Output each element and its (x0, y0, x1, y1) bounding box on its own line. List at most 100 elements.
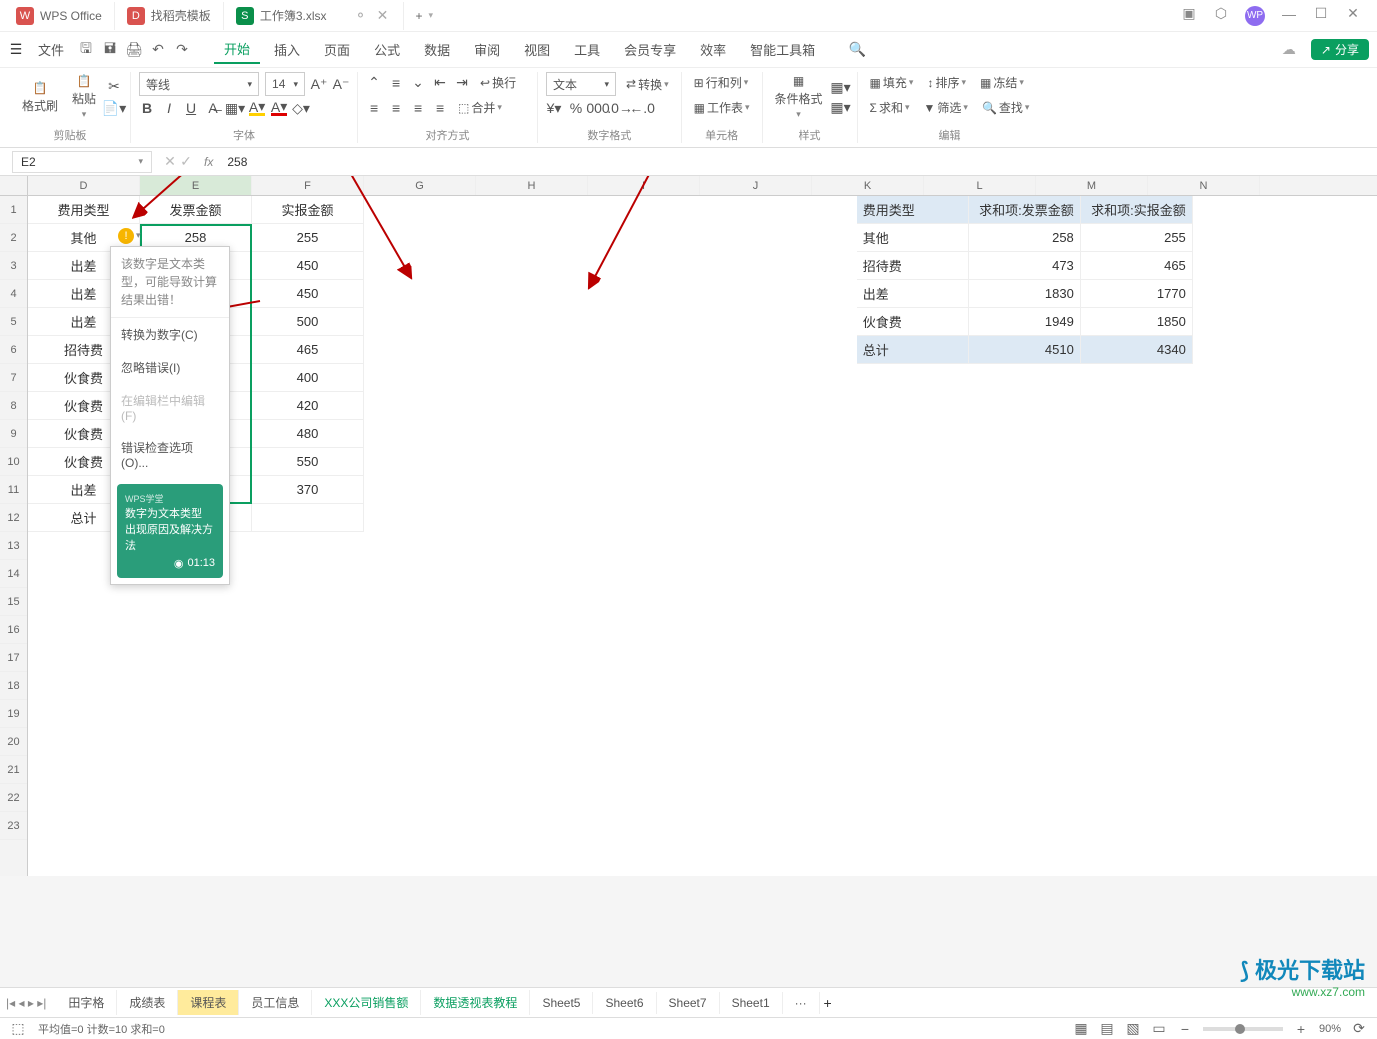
file-menu[interactable]: 文件 (28, 36, 74, 63)
cell[interactable]: 实报金额 (252, 196, 364, 224)
cloud-icon[interactable]: ☁ (1281, 42, 1297, 58)
tab-review[interactable]: 审阅 (464, 36, 510, 63)
bold-icon[interactable]: B (139, 100, 155, 116)
align-left-icon[interactable]: ≡ (366, 100, 382, 116)
colhdr-j[interactable]: J (700, 176, 812, 195)
cell[interactable]: 伙食费 (857, 308, 969, 336)
cell[interactable]: 255 (1081, 224, 1193, 252)
cut-icon[interactable]: ✂ (106, 78, 122, 94)
rowhdr[interactable]: 8 (0, 392, 27, 420)
sheet-tab[interactable]: Sheet6 (593, 992, 656, 1014)
minimize-icon[interactable]: — (1281, 6, 1297, 22)
rowhdr[interactable]: 14 (0, 560, 27, 588)
border-icon[interactable]: ▦▾ (227, 100, 243, 116)
cell[interactable]: 4340 (1081, 336, 1193, 364)
tab-menu-icon[interactable]: ⚬ (353, 8, 369, 24)
cell[interactable]: 465 (252, 336, 364, 364)
zoom-out-icon[interactable]: − (1177, 1021, 1193, 1037)
dec-dec-icon[interactable]: ←.0 (634, 100, 650, 116)
print-icon[interactable]: 🖨 (126, 42, 142, 58)
saveas-icon[interactable]: 🖬 (102, 42, 118, 58)
colhdr-d[interactable]: D (28, 176, 140, 195)
cell[interactable]: 出差 (857, 280, 969, 308)
rowhdr[interactable]: 2 (0, 224, 27, 252)
sheet-tab[interactable]: 田字格 (56, 990, 117, 1015)
rowhdr[interactable]: 18 (0, 672, 27, 700)
cell[interactable]: 420 (252, 392, 364, 420)
cell[interactable]: 求和项:发票金额 (969, 196, 1081, 224)
indent-dec-icon[interactable]: ⇤ (432, 75, 448, 91)
number-format-select[interactable]: 文本▾ (546, 72, 616, 96)
new-tab[interactable]: + ▾ (404, 2, 446, 30)
zoom-level[interactable]: 90% (1319, 1023, 1341, 1035)
align-justify-icon[interactable]: ≡ (432, 100, 448, 116)
cell[interactable]: 1850 (1081, 308, 1193, 336)
colhdr-g[interactable]: G (364, 176, 476, 195)
rowhdr[interactable]: 23 (0, 812, 27, 840)
rowhdr[interactable]: 3 (0, 252, 27, 280)
cancel-fx-icon[interactable]: ✕ (162, 154, 178, 170)
close-tab-icon[interactable]: ✕ (375, 8, 391, 24)
wrap-button[interactable]: ↩换行 (476, 72, 520, 93)
popup-ignore-error[interactable]: 忽略错误(I) (111, 351, 229, 384)
view-break-icon[interactable]: ▧ (1125, 1021, 1141, 1037)
tab-page[interactable]: 页面 (314, 36, 360, 63)
rowhdr[interactable]: 13 (0, 532, 27, 560)
cell[interactable] (252, 504, 364, 532)
align-bot-icon[interactable]: ⌄ (410, 75, 426, 91)
redo-icon[interactable]: ↷ (174, 42, 190, 58)
font-name-select[interactable]: 等线▾ (139, 72, 259, 96)
rowhdr[interactable]: 7 (0, 364, 27, 392)
freeze-button[interactable]: ▦冻结▾ (976, 72, 1028, 93)
cell[interactable]: 费用类型 (857, 196, 969, 224)
fill-button[interactable]: ▦填充▾ (866, 72, 918, 93)
rowhdr[interactable]: 4 (0, 280, 27, 308)
popup-error-options[interactable]: 错误检查选项(O)... (111, 431, 229, 478)
cell[interactable]: 500 (252, 308, 364, 336)
cell[interactable]: 465 (1081, 252, 1193, 280)
paste-button[interactable]: 📋粘贴▾ (68, 72, 100, 122)
dec-inc-icon[interactable]: .0→ (612, 100, 628, 116)
italic-icon[interactable]: I (161, 100, 177, 116)
cell[interactable]: 费用类型 (28, 196, 140, 224)
cell[interactable]: 其他 (857, 224, 969, 252)
colhdr-e[interactable]: E (140, 176, 252, 195)
copy-icon[interactable]: 📄▾ (106, 100, 122, 116)
colhdr-n[interactable]: N (1148, 176, 1260, 195)
rowhdr[interactable]: 6 (0, 336, 27, 364)
undo-icon[interactable]: ↶ (150, 42, 166, 58)
colhdr-f[interactable]: F (252, 176, 364, 195)
sum-button[interactable]: Σ求和▾ (866, 97, 914, 118)
layout-icon[interactable]: ▣ (1181, 6, 1197, 22)
rowhdr[interactable]: 16 (0, 616, 27, 644)
cell[interactable]: 4510 (969, 336, 1081, 364)
zoom-reset-icon[interactable]: ⟳ (1351, 1021, 1367, 1037)
cell[interactable]: 473 (969, 252, 1081, 280)
app-tab[interactable]: W WPS Office (4, 2, 115, 30)
cell[interactable]: 总计 (857, 336, 969, 364)
add-sheet-icon[interactable]: + (820, 995, 836, 1011)
template-tab[interactable]: D 找稻壳模板 (115, 2, 224, 30)
cell[interactable]: 370 (252, 476, 364, 504)
align-top-icon[interactable]: ⌃ (366, 75, 382, 91)
rowhdr[interactable]: 12 (0, 504, 27, 532)
currency-icon[interactable]: ¥▾ (546, 100, 562, 116)
sheet-tab-more[interactable]: ··· (783, 992, 820, 1014)
view-page-icon[interactable]: ▤ (1099, 1021, 1115, 1037)
error-indicator-icon[interactable]: ! (118, 228, 134, 244)
name-box[interactable]: E2▾ (12, 151, 152, 173)
rowhdr[interactable]: 22 (0, 784, 27, 812)
find-button[interactable]: 🔍查找▾ (978, 97, 1034, 118)
formula-input[interactable]: 258 (223, 155, 1377, 169)
cell-style-icon[interactable]: ▦▾ (833, 79, 849, 95)
cell[interactable]: 1770 (1081, 280, 1193, 308)
tab-tools[interactable]: 工具 (564, 36, 610, 63)
sheet-tab[interactable]: 数据透视表教程 (421, 990, 530, 1015)
tab-smart[interactable]: 智能工具箱 (740, 36, 825, 63)
merge-button[interactable]: ⬚合并▾ (454, 97, 506, 118)
clear-format-icon[interactable]: ◇▾ (293, 100, 309, 116)
strike-icon[interactable]: A̶ (205, 100, 221, 116)
align-right-icon[interactable]: ≡ (410, 100, 426, 116)
status-mode-icon[interactable]: ⬚ (10, 1021, 26, 1037)
cell[interactable]: 发票金额 (140, 196, 252, 224)
